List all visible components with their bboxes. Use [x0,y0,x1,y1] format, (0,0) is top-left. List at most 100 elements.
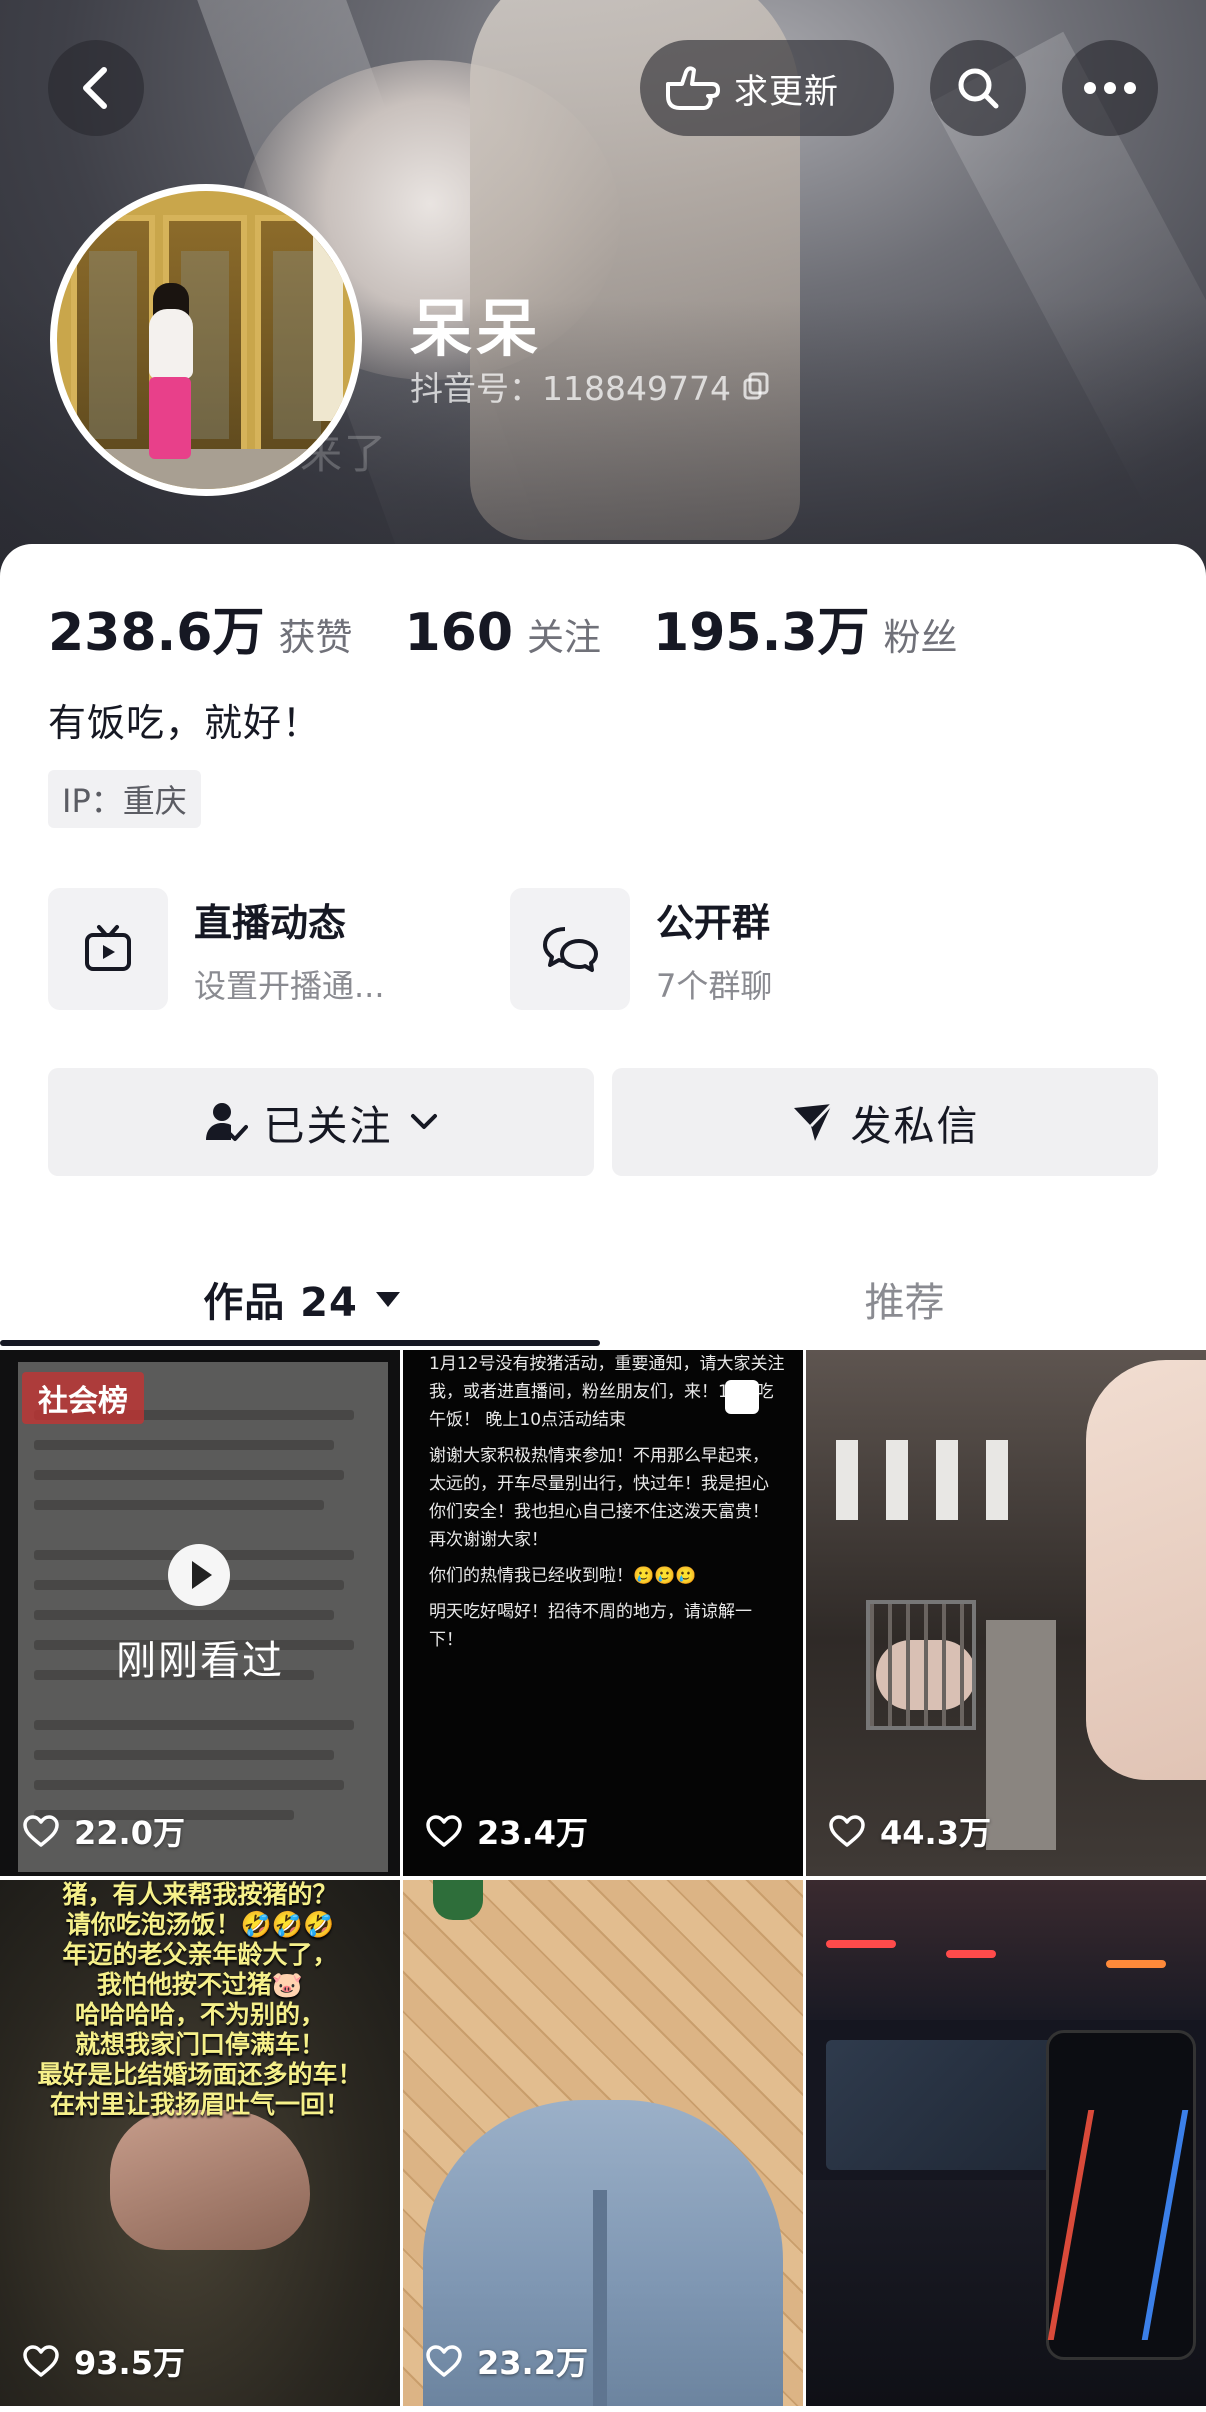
group-entry-title: 公开群 [656,900,771,945]
avatar-sign [313,221,343,421]
just-watched-label: 刚刚看过 [116,1638,284,1684]
notice-paragraph: 谢谢大家积极热情来参加！不用那么早起来，太远的，开车尽量别出行，快过年！我是担心… [429,1446,769,1550]
video-likes: 44.3万 [828,1808,991,1854]
stat-value: 160 [404,603,514,663]
send-message-label: 发私信 [850,1102,980,1150]
likes-count: 93.5万 [74,2344,185,2382]
window [886,1440,908,1520]
tab-works-label: 作品 24 [203,1280,358,1326]
bio: 有饭吃，就好！ [48,701,322,745]
live-icon-box [48,888,168,1010]
video-thumbnail[interactable]: 1月12号没有按猪活动，重要通知，请大家关注我，或者进直播间，粉丝朋友们，来！1… [403,1350,803,1876]
stat-likes[interactable]: 238.6万 获赞 [48,590,352,665]
notice-paragraph: 明天吃好喝好！招待不周的地方，请谅解一下！ [429,1602,752,1650]
send-message-button[interactable]: 发私信 [612,1068,1158,1176]
request-update-label: 求更新 [734,71,839,112]
heart-icon [426,1815,462,1847]
copy-icon [743,372,769,400]
stats-row: 238.6万 获赞 160 关注 195.3万 粉丝 [48,590,1010,665]
video-thumbnail[interactable]: 23.2万 [403,1880,803,2406]
tab-works[interactable]: 作品 24 [0,1244,603,1354]
notice-paragraph: 你们的热情我已经收到啦！🥲🥲🥲 [429,1566,697,1586]
video-caption: 猪，有人来帮我按猪的？ 请你吃泡汤饭！🤣🤣🤣 年迈的老父亲年龄大了， 我怕他按不… [0,1880,400,2120]
content-tabs: 作品 24 推荐 [0,1244,1206,1354]
group-icon-box [510,888,630,1010]
caption-line: 年迈的老父亲年龄大了， [62,1940,338,1969]
followed-button[interactable]: 已关注 [48,1068,594,1176]
douyin-id-text: 抖音号：118849774 [410,369,731,408]
search-button[interactable] [930,40,1026,136]
video-grid: 社会榜 刚刚看过 22.0万 1月12号没有按猪活动，重要通知，请大家关注我，或… [0,1350,1206,2412]
chevron-down-icon [410,1114,437,1129]
pointing-hand-icon [666,66,720,110]
tail-light [1106,1960,1166,1968]
caption-line: 请你吃泡汤饭！🤣🤣🤣 [65,1910,335,1939]
stat-value: 195.3万 [653,603,870,663]
likes-count: 23.2万 [477,2344,588,2382]
avatar[interactable] [50,184,362,496]
more-button[interactable] [1062,40,1158,136]
chevron-left-icon [83,67,107,109]
live-status-entry[interactable]: 直播动态 设置开播通... [48,888,385,1010]
video-thumbnail[interactable]: 44.3万 [806,1350,1206,1876]
public-group-entry[interactable]: 公开群 7个群聊 [510,888,772,1010]
back-button[interactable] [48,40,144,136]
caption-line: 最好是比结婚场面还多的车！ [37,2060,363,2089]
green-bottle [433,1880,483,1920]
followed-label: 已关注 [263,1102,393,1150]
group-entry-subtitle: 7个群聊 [656,966,773,1005]
live-entry-title: 直播动态 [194,900,347,945]
window [836,1440,858,1520]
more-dots-icon [1084,82,1136,94]
search-icon [958,68,999,109]
stat-followers[interactable]: 195.3万 粉丝 [653,590,957,665]
foreground-person [1086,1360,1206,1780]
likes-count: 44.3万 [880,1814,991,1852]
caption-line: 哈哈哈哈，不为别的， [74,2000,325,2029]
stat-following[interactable]: 160 关注 [404,603,601,663]
tab-recommend[interactable]: 推荐 [603,1244,1206,1354]
caret-down-icon [375,1291,400,1307]
video-likes: 23.2万 [425,2338,588,2384]
video-thumbnail[interactable]: 社会榜 刚刚看过 22.0万 [0,1350,400,1876]
play-icon [168,1544,230,1606]
tab-recommend-label: 推荐 [864,1280,945,1326]
caption-line: 我怕他按不过猪🐷 [96,1970,304,1999]
request-update-button[interactable]: 求更新 [640,40,894,136]
window [986,1440,1008,1520]
video-thumbnail[interactable]: 猪，有人来帮我按猪的？ 请你吃泡汤饭！🤣🤣🤣 年迈的老父亲年龄大了， 我怕他按不… [0,1880,400,2406]
avatar-floor [57,449,355,489]
heart-icon [23,2345,59,2377]
stat-label: 粉丝 [883,616,958,659]
douyin-id[interactable]: 抖音号：118849774 [410,362,771,410]
avatar-person [149,309,193,379]
nickname: 呆呆 [410,292,543,365]
window [936,1440,958,1520]
avatar-glass [89,251,137,439]
caption-line: 猪，有人来帮我按猪的？ [62,1880,338,1909]
video-likes: 22.0万 [22,1808,185,1854]
night-street [806,1880,1206,2020]
social-ranking-badge: 社会榜 [22,1372,144,1424]
heart-icon [23,1815,59,1847]
tail-light [826,1940,896,1948]
pig [110,2110,310,2250]
avatar-door [71,215,155,465]
likes-count: 22.0万 [74,1814,185,1852]
likes-count: 23.4万 [477,1814,588,1852]
active-tab-indicator [0,1340,600,1346]
video-thumbnail[interactable] [806,1880,1206,2406]
stat-label: 关注 [527,616,602,659]
avatar-person [149,377,191,459]
chat-bubbles-icon [543,927,598,972]
video-likes: 23.4万 [425,1808,588,1854]
caption-line: 在村里让我扬眉吐气一回！ [49,2090,350,2119]
pig-cage [866,1600,976,1730]
send-icon [793,1102,833,1141]
user-check-icon [205,1103,248,1141]
heart-icon [829,1815,865,1847]
tv-icon [85,925,131,971]
caption-line: 就想我家门口停满车！ [74,2030,325,2059]
car-screen [826,2040,1076,2170]
video-likes: 93.5万 [22,2338,185,2384]
